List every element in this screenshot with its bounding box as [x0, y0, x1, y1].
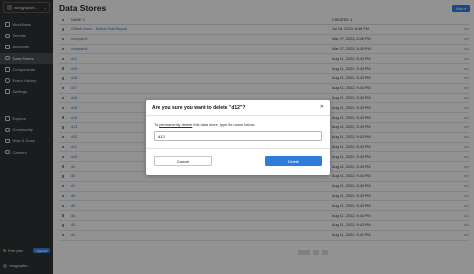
instructions-text-end: this data store, type its name below: [192, 122, 256, 127]
divider [146, 115, 330, 116]
cancel-button[interactable]: Cancel [154, 156, 212, 166]
close-icon[interactable]: ✕ [320, 104, 324, 110]
delete-button[interactable]: Delete [265, 156, 322, 166]
dialog-instructions: To permanently delete this data store, t… [154, 122, 255, 127]
divider [146, 148, 330, 149]
delete-confirm-dialog: Are you sure you want to delete "d12"? ✕… [146, 100, 330, 175]
confirm-name-input[interactable]: d12 [154, 131, 322, 141]
permanently-delete-link[interactable]: permanently delete [159, 122, 192, 127]
dialog-title: Are you sure you want to delete "d12"? [152, 105, 246, 111]
